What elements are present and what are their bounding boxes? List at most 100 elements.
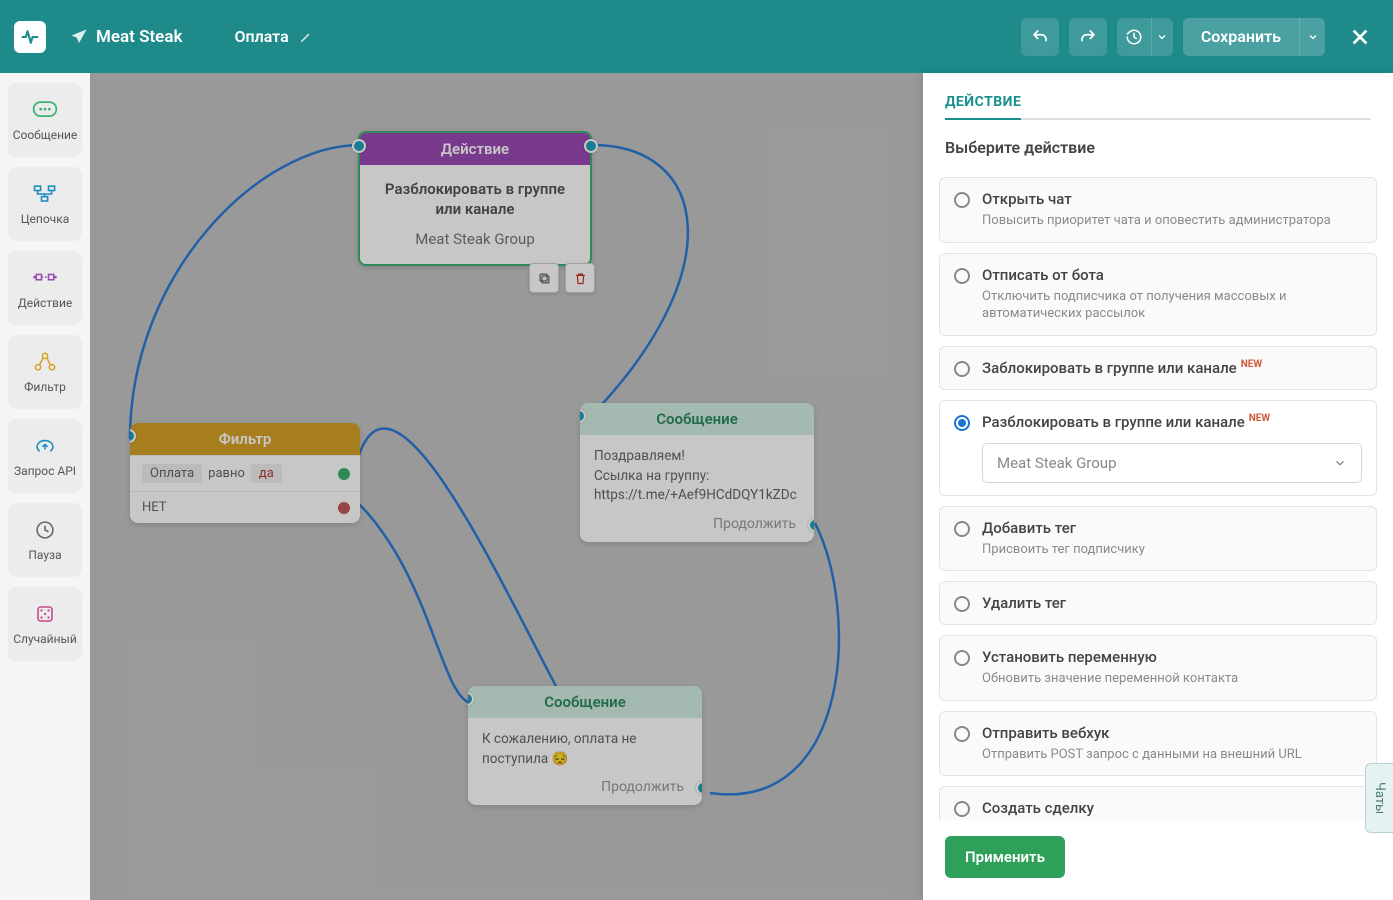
port-in[interactable]	[352, 139, 366, 153]
filter-field: Оплата	[142, 464, 202, 483]
breadcrumb-bot[interactable]: Meat Steak	[56, 13, 206, 61]
history-button-group	[1117, 18, 1173, 56]
radio	[954, 192, 970, 208]
action-set-var[interactable]: Установить переменную Обновить значение …	[939, 635, 1377, 701]
group-select[interactable]: Meat Steak Group	[982, 443, 1362, 483]
tool-pause[interactable]: Пауза	[8, 503, 82, 577]
new-badge: NEW	[1241, 359, 1262, 370]
node-delete-button[interactable]	[565, 263, 595, 293]
action-unsubscribe[interactable]: Отписать от бота Отключить подписчика от…	[939, 253, 1377, 336]
tool-random[interactable]: Случайный	[8, 587, 82, 661]
tool-label: Пауза	[28, 548, 61, 562]
tool-filter[interactable]: Фильтр	[8, 335, 82, 409]
action-title: Установить переменную	[982, 648, 1362, 666]
top-bar: Meat Steak Оплата Сохранить	[0, 0, 1393, 73]
chats-side-tab[interactable]: Чаты	[1365, 763, 1393, 833]
copy-icon	[537, 271, 552, 286]
action-webhook[interactable]: Отправить вебхук Отправить POST запрос с…	[939, 711, 1377, 777]
breadcrumb-flow[interactable]: Оплата	[220, 13, 326, 61]
action-list: Открыть чат Повысить приоритет чата и оп…	[923, 161, 1393, 820]
action-block-group[interactable]: Заблокировать в группе или каналеNEW	[939, 346, 1377, 390]
redo-icon	[1079, 28, 1097, 46]
tool-label: Случайный	[13, 632, 77, 646]
node-filter[interactable]: Фильтр Оплата равно да НЕТ	[130, 423, 360, 523]
message-icon	[31, 98, 59, 122]
action-add-tag[interactable]: Добавить тег Присвоить тег подписчику	[939, 506, 1377, 572]
port-yes[interactable]	[338, 468, 350, 480]
save-dropdown[interactable]	[1299, 18, 1325, 56]
continue-label: Продолжить	[601, 779, 684, 795]
filter-no-label: НЕТ	[142, 500, 167, 515]
action-title: Создать сделку	[982, 799, 1362, 817]
action-title: Заблокировать в группе или каналеNEW	[982, 359, 1362, 377]
tool-message[interactable]: Сообщение	[8, 83, 82, 157]
action-desc: Обновить значение переменной контакта	[982, 670, 1362, 688]
node-header: Действие	[360, 133, 590, 165]
api-icon	[31, 434, 59, 458]
msg-body: К сожалению, оплата не поступила 😔	[468, 718, 702, 775]
action-desc: Присвоить тег подписчику	[982, 541, 1362, 559]
radio	[954, 801, 970, 817]
save-button[interactable]: Сохранить	[1183, 18, 1299, 56]
node-message-success[interactable]: Сообщение Поздравляем! Ссылка на группу:…	[580, 403, 814, 542]
save-button-group: Сохранить	[1183, 18, 1325, 56]
pause-icon	[31, 518, 59, 542]
action-title: Удалить тег	[982, 594, 1362, 612]
port-out[interactable]	[808, 518, 814, 532]
undo-button[interactable]	[1021, 18, 1059, 56]
flow-canvas[interactable]: Действие Разблокировать в группе или кан…	[90, 73, 923, 900]
radio	[954, 726, 970, 742]
filter-row-no[interactable]: НЕТ	[130, 491, 360, 523]
close-button[interactable]	[1341, 18, 1379, 56]
action-create-deal[interactable]: Создать сделку Добавить сделку в CRM	[939, 786, 1377, 820]
radio	[954, 268, 970, 284]
filter-row-yes[interactable]: Оплата равно да	[130, 455, 360, 491]
chevron-down-icon	[1333, 456, 1347, 470]
port-no[interactable]	[338, 502, 350, 514]
history-dropdown[interactable]	[1151, 18, 1173, 56]
sidebar-subtitle: Выберите действие	[923, 120, 1393, 161]
action-remove-tag[interactable]: Удалить тег	[939, 581, 1377, 625]
redo-button[interactable]	[1069, 18, 1107, 56]
chevron-down-icon	[1307, 31, 1319, 43]
action-desc: Отключить подписчика от получения массов…	[982, 288, 1362, 323]
chain-icon	[31, 182, 59, 206]
msg-line: https://t.me/+Aef9HCdDQY1kZDc	[594, 486, 800, 506]
pulse-icon	[20, 27, 40, 47]
action-title: Добавить тег	[982, 519, 1362, 537]
history-icon	[1125, 28, 1143, 46]
node-copy-button[interactable]	[529, 263, 559, 293]
node-header: Сообщение	[468, 686, 702, 718]
apply-button[interactable]: Применить	[945, 836, 1065, 878]
action-title: Открыть чат	[982, 190, 1362, 208]
node-title: Разблокировать в группе или канале	[378, 179, 572, 220]
new-badge: NEW	[1249, 413, 1270, 424]
tool-label: Действие	[18, 296, 73, 310]
node-message-fail[interactable]: Сообщение К сожалению, оплата не поступи…	[468, 686, 702, 805]
port-out[interactable]	[696, 781, 702, 795]
tool-label: Фильтр	[24, 380, 66, 394]
tool-label: Запрос API	[14, 464, 76, 478]
radio	[954, 415, 970, 431]
action-open-chat[interactable]: Открыть чат Повысить приоритет чата и оп…	[939, 177, 1377, 243]
action-icon	[31, 266, 59, 290]
app-logo[interactable]	[14, 21, 46, 53]
port-out[interactable]	[584, 139, 598, 153]
tool-action[interactable]: Действие	[8, 251, 82, 325]
node-action[interactable]: Действие Разблокировать в группе или кан…	[358, 131, 592, 266]
sidebar-tab-action[interactable]: ДЕЙСТВИЕ	[945, 94, 1021, 120]
action-unblock-group[interactable]: Разблокировать в группе или каналеNEW Me…	[939, 400, 1377, 496]
radio	[954, 650, 970, 666]
select-value: Meat Steak Group	[997, 454, 1117, 472]
tool-panel: Сообщение Цепочка Действие Фильтр Запрос…	[0, 73, 90, 900]
history-button[interactable]	[1117, 18, 1151, 56]
filter-op: равно	[208, 466, 245, 481]
tool-label: Цепочка	[21, 212, 69, 226]
node-header: Фильтр	[130, 423, 360, 455]
action-sidebar: ДЕЙСТВИЕ Выберите действие Открыть чат П…	[923, 73, 1393, 900]
filter-icon	[31, 350, 59, 374]
tool-chain[interactable]: Цепочка	[8, 167, 82, 241]
filter-value: да	[251, 464, 282, 483]
tool-api[interactable]: Запрос API	[8, 419, 82, 493]
action-title: Разблокировать в группе или каналеNEW	[982, 413, 1362, 431]
